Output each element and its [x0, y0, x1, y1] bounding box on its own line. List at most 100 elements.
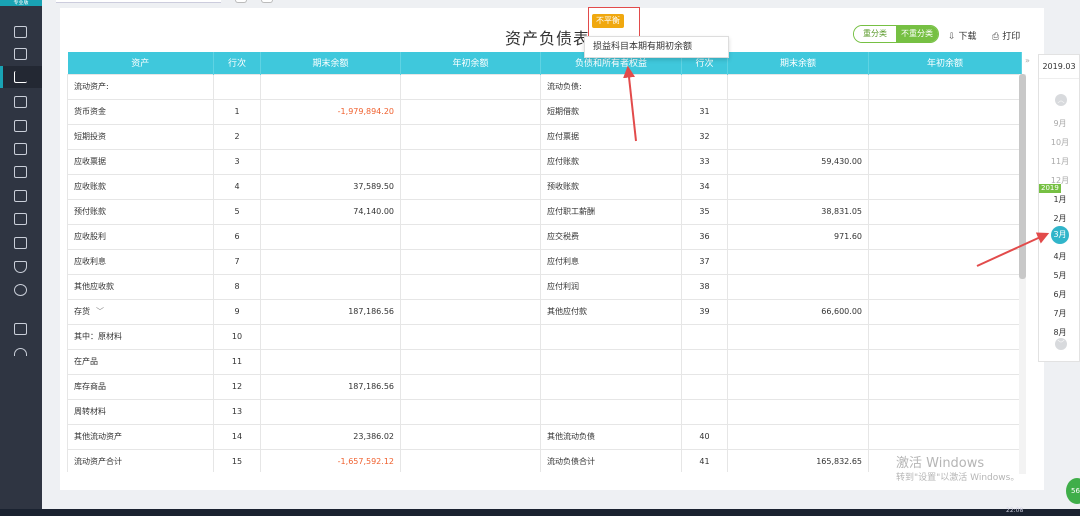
table-cell[interactable] — [260, 348, 401, 375]
table-cell[interactable] — [868, 423, 1022, 450]
table-cell[interactable] — [260, 123, 401, 150]
month-item[interactable]: 10月 — [1039, 137, 1080, 148]
gauge-icon[interactable] — [14, 348, 27, 356]
download-button[interactable]: ⇩ 下载 — [948, 29, 977, 42]
chevron-down-icon[interactable]: ﹀ — [96, 306, 104, 317]
table-cell[interactable] — [727, 273, 869, 300]
table-cell[interactable] — [868, 98, 1022, 125]
table-cell[interactable] — [868, 298, 1022, 325]
table-cell[interactable] — [260, 248, 401, 275]
table-cell[interactable] — [727, 73, 869, 100]
table-cell[interactable]: 37,589.50 — [260, 173, 401, 200]
table-cell[interactable] — [260, 73, 401, 100]
table-cell[interactable] — [400, 148, 541, 175]
table-cell[interactable]: 66,600.00 — [727, 298, 869, 325]
table-scroll-thumb[interactable] — [1019, 74, 1026, 279]
table-cell[interactable] — [868, 398, 1022, 425]
table-cell[interactable] — [400, 298, 541, 325]
table-cell[interactable] — [400, 198, 541, 225]
table-cell[interactable] — [260, 323, 401, 350]
table-cell[interactable] — [400, 448, 541, 472]
table-cell[interactable] — [727, 98, 869, 125]
store-icon[interactable] — [14, 166, 27, 178]
table-cell[interactable] — [400, 98, 541, 125]
table-cell[interactable]: 165,832.65 — [727, 448, 869, 472]
month-item[interactable]: 8月 — [1039, 327, 1080, 338]
table-cell[interactable] — [727, 398, 869, 425]
invoice-icon[interactable] — [14, 120, 27, 132]
table-cell[interactable] — [868, 148, 1022, 175]
table-cell[interactable] — [868, 173, 1022, 200]
month-item[interactable]: 1月 — [1039, 194, 1080, 205]
voucher-icon[interactable] — [14, 26, 27, 38]
shield-icon[interactable] — [14, 261, 27, 273]
table-cell[interactable] — [400, 173, 541, 200]
floating-badge[interactable]: 56 — [1066, 478, 1080, 504]
report-chart-icon[interactable] — [14, 71, 27, 83]
search-doc-icon[interactable] — [14, 237, 27, 249]
table-cell[interactable] — [260, 223, 401, 250]
gear-icon[interactable] — [14, 284, 27, 296]
document-icon[interactable] — [14, 96, 27, 108]
table-cell[interactable] — [868, 223, 1022, 250]
table-cell[interactable] — [400, 348, 541, 375]
month-item[interactable]: 6月 — [1039, 289, 1080, 300]
unbalanced-badge[interactable]: 不平衡 — [592, 14, 624, 28]
table-cell[interactable]: 23,386.02 — [260, 423, 401, 450]
table-cell[interactable] — [727, 373, 869, 400]
table-cell[interactable] — [868, 273, 1022, 300]
play-icon[interactable] — [14, 323, 27, 335]
table-cell[interactable] — [727, 173, 869, 200]
month-item[interactable]: 5月 — [1039, 270, 1080, 281]
image-icon[interactable] — [14, 190, 27, 202]
table-cell[interactable] — [868, 73, 1022, 100]
collapse-panel-icon[interactable]: » — [1025, 56, 1030, 65]
table-cell[interactable]: -1,657,592.12 — [260, 448, 401, 472]
table-cell[interactable] — [727, 248, 869, 275]
table-cell[interactable] — [400, 73, 541, 100]
reclassify-toggle[interactable]: 重分类 不重分类 — [853, 25, 939, 43]
month-item[interactable]: 9月 — [1039, 118, 1080, 129]
top-action-1[interactable] — [235, 0, 247, 3]
table-cell[interactable] — [727, 123, 869, 150]
table-cell[interactable]: 187,186.56 — [260, 298, 401, 325]
book-icon[interactable] — [14, 143, 27, 155]
table-cell[interactable] — [400, 273, 541, 300]
table-cell[interactable] — [400, 423, 541, 450]
table-cell[interactable]: 971.60 — [727, 223, 869, 250]
top-search-field[interactable] — [56, 0, 221, 3]
ledger-icon[interactable] — [14, 48, 27, 60]
month-item[interactable]: 2月 — [1039, 213, 1080, 224]
hand-icon[interactable] — [14, 213, 27, 225]
month-selected[interactable]: 3月 — [1051, 226, 1069, 244]
table-cell[interactable] — [868, 348, 1022, 375]
table-cell[interactable]: 59,430.00 — [727, 148, 869, 175]
table-cell[interactable] — [400, 398, 541, 425]
top-action-2[interactable] — [261, 0, 273, 3]
month-item[interactable]: 11月 — [1039, 156, 1080, 167]
reclassify-option[interactable]: 重分类 — [854, 26, 896, 42]
table-cell[interactable] — [868, 323, 1022, 350]
month-item[interactable]: 4月 — [1039, 251, 1080, 262]
table-cell[interactable] — [400, 373, 541, 400]
table-cell[interactable] — [260, 273, 401, 300]
table-cell[interactable] — [868, 248, 1022, 275]
scroll-up-icon[interactable]: ︿ — [1055, 94, 1067, 106]
table-cell[interactable]: 38,831.05 — [727, 198, 869, 225]
table-cell[interactable]: -1,979,894.20 — [260, 98, 401, 125]
table-cell[interactable]: 74,140.00 — [260, 198, 401, 225]
table-cell[interactable] — [727, 423, 869, 450]
print-button[interactable]: ⎙ 打印 — [992, 29, 1020, 42]
table-cell[interactable] — [400, 323, 541, 350]
table-cell[interactable]: 187,186.56 — [260, 373, 401, 400]
table-cell[interactable] — [400, 223, 541, 250]
table-cell[interactable] — [400, 248, 541, 275]
table-cell[interactable] — [727, 348, 869, 375]
table-cell[interactable] — [727, 323, 869, 350]
table-cell[interactable] — [868, 123, 1022, 150]
table-cell[interactable] — [868, 373, 1022, 400]
month-item[interactable]: 7月 — [1039, 308, 1080, 319]
table-cell[interactable] — [400, 123, 541, 150]
table-cell[interactable] — [260, 148, 401, 175]
table-cell[interactable] — [868, 198, 1022, 225]
